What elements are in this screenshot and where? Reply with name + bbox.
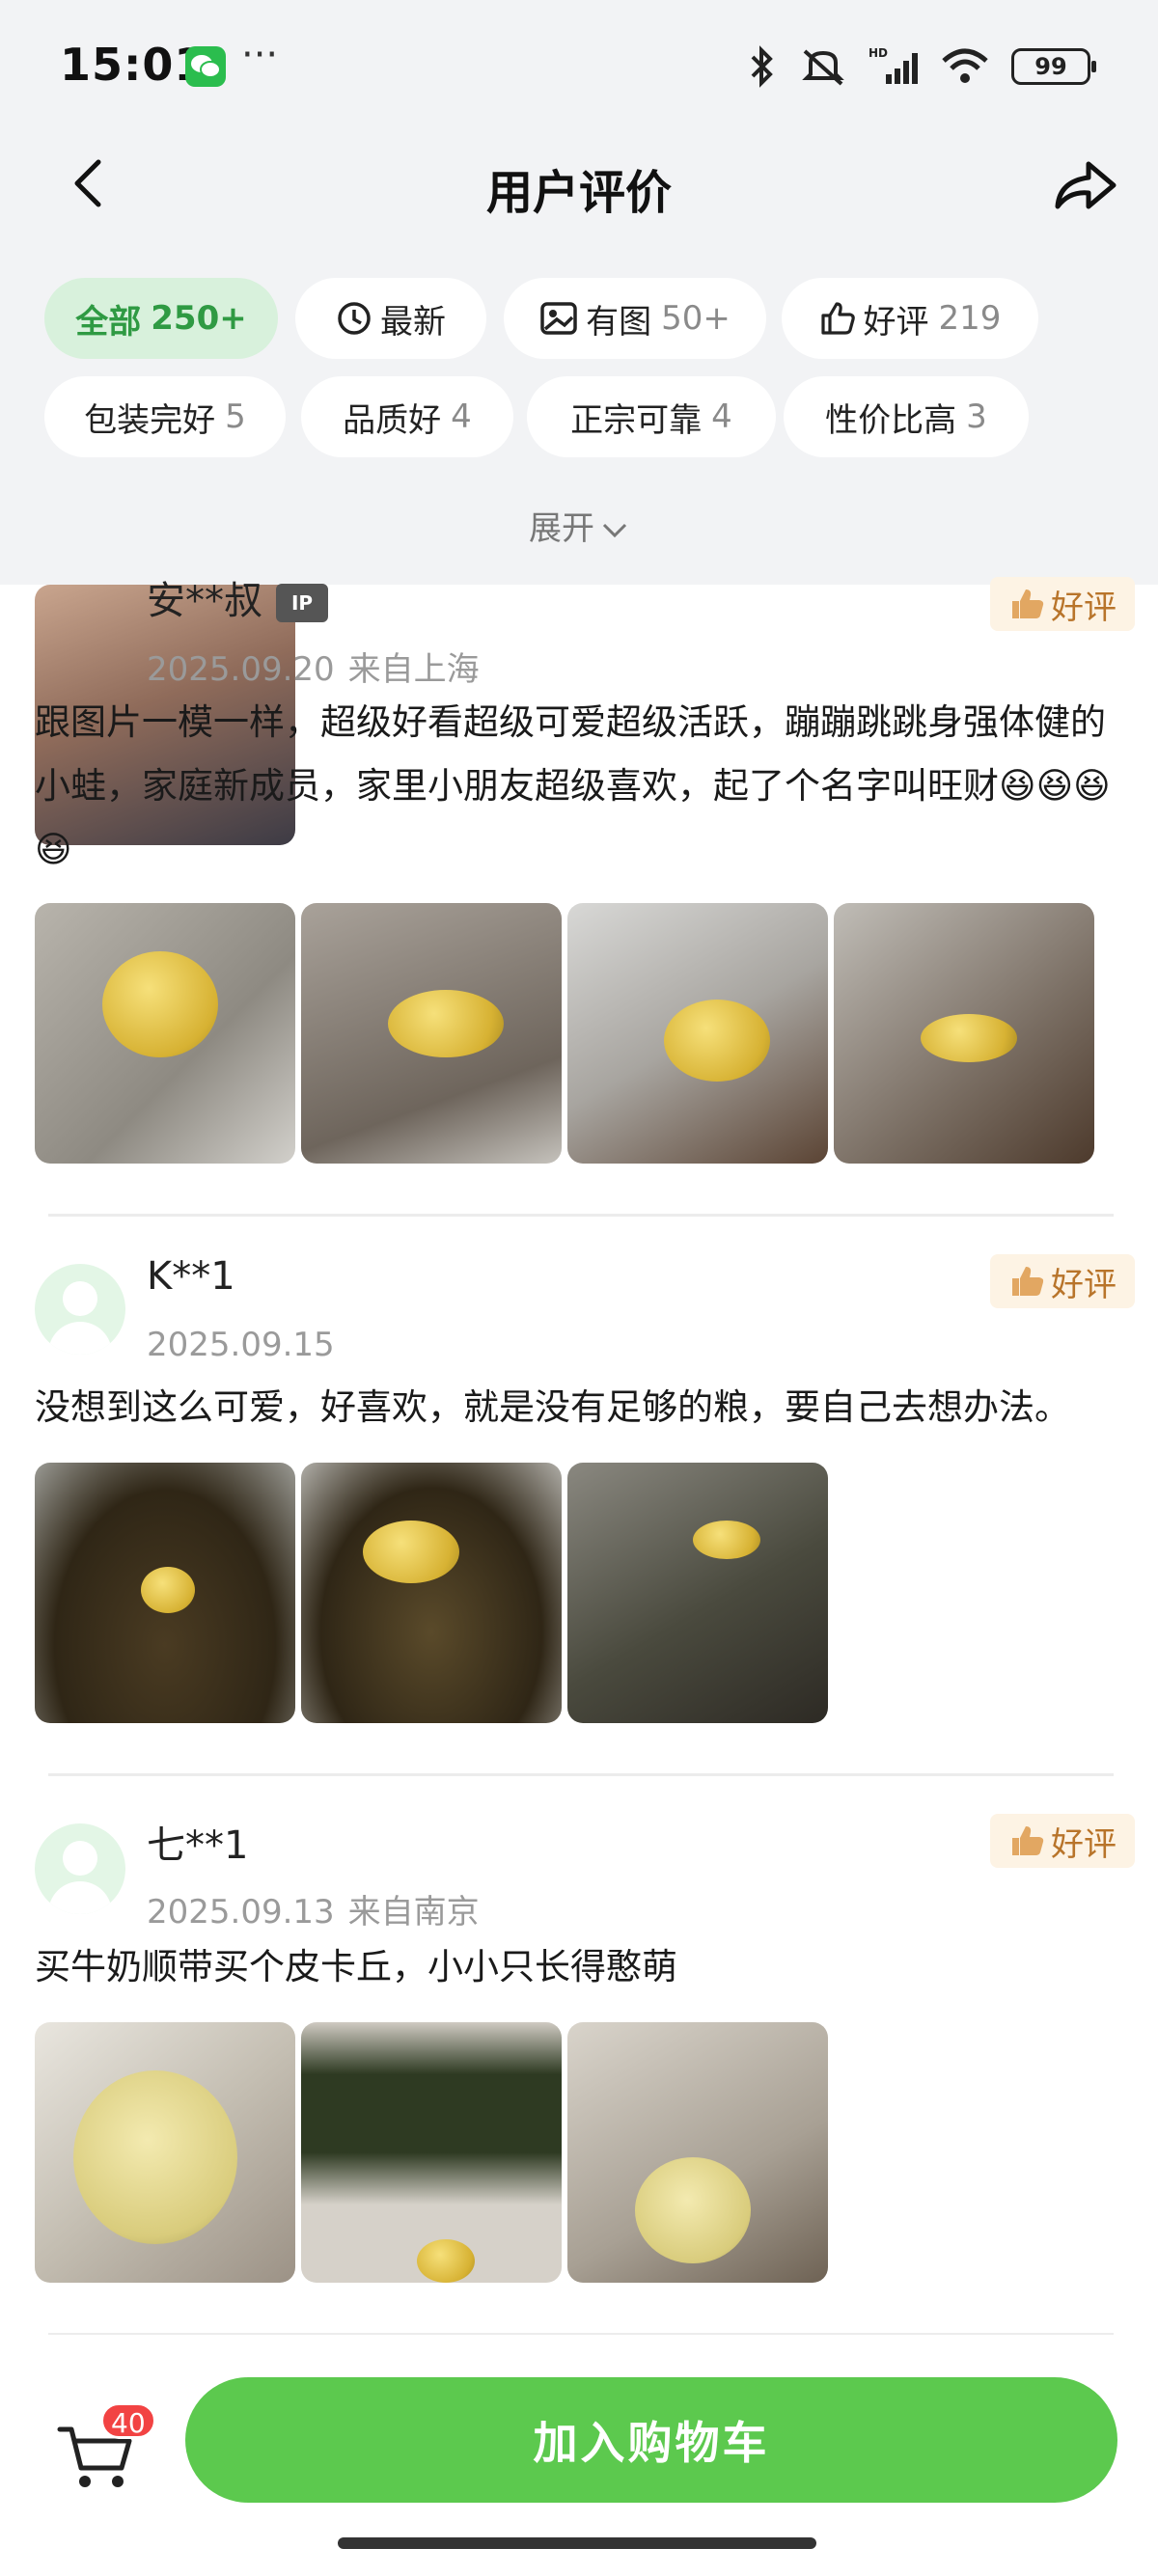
- review-card: 七**1 好评 2025.09.13 来自南京 买牛奶顺带买个皮卡丘，小小只长得憨…: [0, 1814, 1158, 2316]
- battery-indicator: 99: [1011, 48, 1096, 85]
- avatar[interactable]: [35, 1264, 125, 1355]
- expand-filters-button[interactable]: 展开: [0, 502, 1158, 549]
- chip-label: 全部: [75, 302, 142, 342]
- chip-label: 好评: [863, 302, 929, 342]
- wifi-icon: [942, 48, 988, 83]
- svg-text:HD: HD: [868, 46, 888, 60]
- review-photo[interactable]: [35, 1463, 295, 1723]
- cart-count-badge: 40: [100, 2402, 156, 2439]
- filter-chip-latest[interactable]: 最新: [295, 278, 486, 359]
- review-photo[interactable]: [567, 1463, 828, 1723]
- review-text: 跟图片一模一样，超级好看超级可爱超级活跃，蹦蹦跳跳身强体健的小蛙，家庭新成员，家…: [35, 701, 1111, 870]
- avatar[interactable]: [35, 1823, 125, 1914]
- thumbs-up-icon: [1012, 589, 1044, 618]
- page-title: 用户评价: [485, 166, 672, 220]
- review-photos: [35, 903, 1094, 1164]
- review-photo[interactable]: [301, 903, 562, 1164]
- review-meta: 2025.09.15: [147, 1326, 335, 1364]
- review-photos: [35, 2022, 828, 2283]
- review-username: K**1: [147, 1254, 235, 1299]
- mute-icon: [802, 49, 844, 86]
- status-time: 15:01: [60, 39, 207, 91]
- review-photo[interactable]: [567, 903, 828, 1164]
- review-username: 安**叔 IP: [147, 569, 328, 625]
- review-photo[interactable]: [567, 2022, 828, 2283]
- positive-rating-badge: 好评: [990, 1814, 1135, 1868]
- filter-chip-packaging[interactable]: 包装完好 5: [44, 376, 286, 457]
- clock-icon: [338, 302, 371, 335]
- chip-label: 有图: [586, 302, 652, 342]
- username-text: 安**叔: [147, 579, 262, 623]
- review-meta: 2025.09.20 来自上海: [147, 643, 480, 690]
- filter-chip-quality[interactable]: 品质好 4: [301, 376, 513, 457]
- chip-count: 4: [711, 397, 732, 436]
- divider: [48, 1773, 1114, 1776]
- filter-chip-authentic[interactable]: 正宗可靠 4: [527, 376, 776, 457]
- filter-chip-with-photos[interactable]: 有图 50+: [504, 278, 766, 359]
- review-meta: 2025.09.13 来自南京: [147, 1885, 480, 1932]
- review-photo[interactable]: [834, 903, 1094, 1164]
- positive-rating-badge: 好评: [990, 577, 1135, 631]
- rating-label: 好评: [1051, 1824, 1117, 1864]
- rating-label: 好评: [1051, 588, 1117, 627]
- signal-icon: HD: [868, 46, 918, 84]
- chevron-down-icon: [602, 523, 627, 537]
- review-header: 15:01 ··· HD 99 用户评价 全部 250+ 最新 有图 50+ 好评 2: [0, 0, 1158, 585]
- bottom-action-bar: 40 加入购物车: [0, 2335, 1158, 2576]
- chip-label: 性价比高: [825, 400, 957, 440]
- status-icons: HD 99: [745, 42, 1096, 91]
- thumbs-up-icon: [820, 302, 855, 335]
- wechat-icon: [185, 46, 226, 87]
- review-text: 没想到这么可爱，好喜欢，就是没有足够的粮，要自己去想办法。: [35, 1386, 1070, 1428]
- review-text: 买牛奶顺带买个皮卡丘，小小只长得憨萌: [35, 1946, 677, 1987]
- chip-count: 250+: [151, 299, 247, 338]
- home-indicator[interactable]: [338, 2537, 816, 2549]
- image-icon: [540, 302, 577, 335]
- chip-count: 4: [451, 397, 472, 436]
- review-photo[interactable]: [35, 2022, 295, 2283]
- positive-rating-badge: 好评: [990, 1254, 1135, 1308]
- review-card: K**1 好评 2025.09.15 没想到这么可爱，好喜欢，就是没有足够的粮，…: [0, 1254, 1158, 1756]
- chip-count: 3: [966, 397, 987, 436]
- expand-label: 展开: [529, 509, 594, 548]
- rating-label: 好评: [1051, 1265, 1117, 1304]
- review-date: 2025.09.15: [147, 1326, 335, 1364]
- review-photos: [35, 1463, 828, 1723]
- review-card: 好评 2025.09.20 来自上海 跟图片一模一样，超级好看超级可爱超级活跃，蹦…: [0, 577, 1158, 1212]
- review-date: 2025.09.20: [147, 650, 335, 689]
- chip-count: 50+: [661, 299, 731, 338]
- chip-label: 品质好: [343, 400, 442, 440]
- review-location: 来自上海: [347, 650, 480, 689]
- review-photo[interactable]: [301, 1463, 562, 1723]
- share-icon[interactable]: [1046, 147, 1123, 224]
- bluetooth-icon: [751, 45, 773, 88]
- more-dots-icon: ···: [241, 33, 279, 77]
- ip-badge: IP: [276, 584, 328, 622]
- chip-count: 219: [938, 299, 1002, 338]
- chip-count: 5: [225, 397, 246, 436]
- filter-chip-all[interactable]: 全部 250+: [44, 278, 278, 359]
- add-to-cart-button[interactable]: 加入购物车: [185, 2377, 1117, 2503]
- review-username: 七**1: [147, 1823, 249, 1868]
- review-photo[interactable]: [35, 903, 295, 1164]
- filter-chip-value[interactable]: 性价比高 3: [784, 376, 1029, 457]
- review-date: 2025.09.13: [147, 1893, 335, 1932]
- review-photo[interactable]: [301, 2022, 562, 2283]
- filter-chip-positive[interactable]: 好评 219: [782, 278, 1038, 359]
- chip-label: 最新: [380, 302, 446, 342]
- thumbs-up-icon: [1012, 1267, 1044, 1296]
- thumbs-up-icon: [1012, 1826, 1044, 1855]
- status-bar: 15:01 ··· HD 99: [0, 0, 1158, 135]
- review-location: 来自南京: [347, 1893, 480, 1932]
- divider: [48, 1214, 1114, 1217]
- chip-label: 正宗可靠: [570, 400, 703, 440]
- chip-label: 包装完好: [84, 400, 216, 440]
